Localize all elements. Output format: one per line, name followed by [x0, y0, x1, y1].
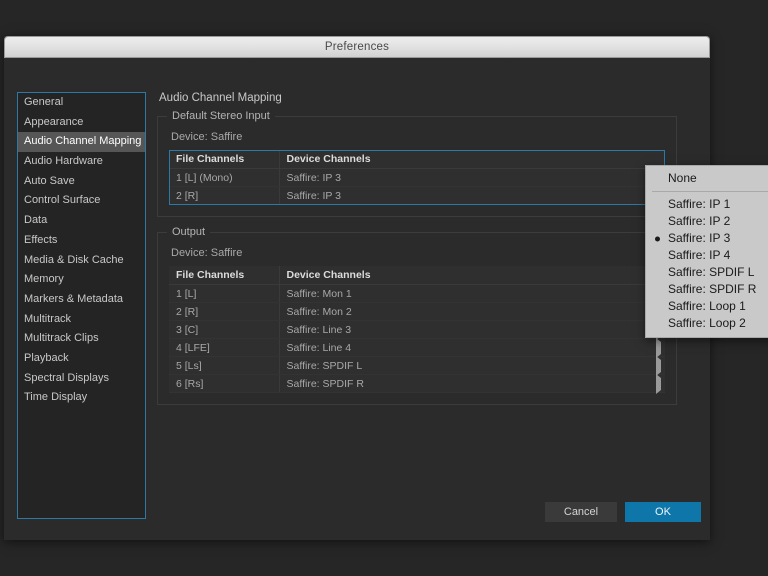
- sidebar-item-playback[interactable]: Playback: [18, 349, 145, 369]
- output-col-file-channels: File Channels: [169, 266, 280, 285]
- menu-item-label: Saffire: SPDIF R: [668, 282, 757, 296]
- chevron-right-icon[interactable]: [656, 337, 661, 358]
- output-group-legend: Output: [167, 226, 211, 238]
- window-body: General Appearance Audio Channel Mapping Au…: [4, 58, 710, 540]
- window-titlebar[interactable]: Preferences: [4, 36, 710, 58]
- sidebar-item-multitrack[interactable]: Multitrack: [18, 310, 145, 330]
- sidebar-item-control-surface[interactable]: Control Surface: [18, 191, 145, 211]
- menu-item-label: Saffire: Loop 1: [668, 299, 746, 313]
- table-row[interactable]: 4 [LFE] Saffire: Line 4: [169, 337, 665, 358]
- sidebar-item-markers-metadata[interactable]: Markers & Metadata: [18, 290, 145, 310]
- device-channel-value: Saffire: SPDIF R: [286, 377, 364, 390]
- device-channel-cell[interactable]: Saffire: Line 3: [279, 319, 665, 340]
- device-channel-value: Saffire: Mon 1: [286, 287, 352, 300]
- input-table-wrap: File Channels Device Channels 1 [L] (Mon…: [169, 150, 665, 206]
- device-channel-cell[interactable]: Saffire: Mon 2: [279, 301, 665, 322]
- device-channel-value: Saffire: IP 3: [286, 171, 341, 184]
- sidebar-item-spectral-displays[interactable]: Spectral Displays: [18, 369, 145, 389]
- input-group-legend: Default Stereo Input: [167, 110, 275, 122]
- device-channel-value: Saffire: Line 3: [286, 323, 352, 336]
- menu-item-saffire-ip-3[interactable]: Saffire: IP 3: [646, 230, 768, 247]
- device-channel-value: Saffire: Line 4: [286, 341, 352, 354]
- table-row[interactable]: 1 [L] Saffire: Mon 1: [169, 283, 665, 304]
- input-col-device-channels: Device Channels: [279, 150, 665, 169]
- default-stereo-input-group: Default Stereo Input Device: Saffire Fil…: [157, 110, 677, 217]
- menu-item-saffire-ip-4[interactable]: Saffire: IP 4: [646, 247, 768, 264]
- sidebar-item-audio-channel-mapping[interactable]: Audio Channel Mapping: [18, 132, 145, 153]
- device-channel-cell[interactable]: Saffire: IP 3: [279, 167, 665, 188]
- table-row[interactable]: 2 [R] Saffire: IP 3: [169, 185, 665, 206]
- menu-item-saffire-loop-2[interactable]: Saffire: Loop 2: [646, 315, 768, 332]
- menu-item-saffire-spdif-l[interactable]: Saffire: SPDIF L: [646, 264, 768, 281]
- input-device-label: Device: Saffire: [171, 131, 243, 143]
- menu-item-saffire-spdif-r[interactable]: Saffire: SPDIF R: [646, 281, 768, 298]
- output-col-device-channels: Device Channels: [279, 266, 665, 285]
- cancel-button[interactable]: Cancel: [545, 502, 617, 522]
- device-channel-cell[interactable]: Saffire: SPDIF R: [279, 373, 665, 394]
- output-table-wrap: File Channels Device Channels 1 [L] Saffi…: [169, 266, 665, 394]
- menu-item-label: Saffire: IP 3: [668, 231, 731, 245]
- sidebar-item-memory[interactable]: Memory: [18, 270, 145, 290]
- sidebar-item-effects[interactable]: Effects: [18, 231, 145, 251]
- file-channel-cell: 5 [Ls]: [169, 356, 280, 375]
- page-title: Audio Channel Mapping: [159, 92, 282, 104]
- menu-item-none[interactable]: None: [646, 170, 768, 187]
- device-channel-cell[interactable]: Saffire: Mon 1: [279, 283, 665, 304]
- chevron-right-icon[interactable]: [656, 355, 661, 376]
- device-channel-dropdown-menu[interactable]: None Saffire: IP 1 Saffire: IP 2 Saffire: I…: [645, 165, 768, 338]
- sidebar-item-media-disk-cache[interactable]: Media & Disk Cache: [18, 251, 145, 271]
- menu-item-label: Saffire: IP 1: [668, 197, 731, 211]
- device-channel-value: Saffire: IP 3: [286, 189, 341, 202]
- sidebar-item-data[interactable]: Data: [18, 211, 145, 231]
- input-col-file-channels: File Channels: [169, 150, 280, 169]
- menu-item-label: Saffire: SPDIF L: [668, 265, 755, 279]
- output-device-label: Device: Saffire: [171, 247, 243, 259]
- preferences-category-list[interactable]: General Appearance Audio Channel Mapping Au…: [17, 92, 146, 519]
- sidebar-item-time-display[interactable]: Time Display: [18, 388, 145, 408]
- file-channel-cell: 6 [Rs]: [169, 374, 280, 393]
- dialog-footer: Cancel OK: [4, 492, 710, 540]
- device-channel-cell[interactable]: Saffire: Line 4: [279, 337, 665, 358]
- chevron-right-icon[interactable]: [656, 373, 661, 394]
- sidebar-item-multitrack-clips[interactable]: Multitrack Clips: [18, 329, 145, 349]
- table-row[interactable]: 3 [C] Saffire: Line 3: [169, 319, 665, 340]
- menu-separator: [652, 191, 768, 192]
- file-channel-cell: 2 [R]: [169, 302, 280, 321]
- menu-item-label: Saffire: Loop 2: [668, 316, 746, 330]
- menu-item-saffire-ip-1[interactable]: Saffire: IP 1: [646, 196, 768, 213]
- file-channel-cell: 4 [LFE]: [169, 338, 280, 357]
- ok-button[interactable]: OK: [625, 502, 701, 522]
- menu-item-label: Saffire: IP 4: [668, 248, 731, 262]
- sidebar-item-auto-save[interactable]: Auto Save: [18, 172, 145, 192]
- output-table-header-row: File Channels Device Channels: [169, 266, 665, 285]
- file-channel-cell: 1 [L] (Mono): [169, 168, 280, 187]
- desktop-background: Preferences General Appearance Audio Chann…: [0, 0, 768, 576]
- selected-bullet-icon: [655, 236, 660, 241]
- menu-item-saffire-loop-1[interactable]: Saffire: Loop 1: [646, 298, 768, 315]
- table-row[interactable]: 6 [Rs] Saffire: SPDIF R: [169, 373, 665, 394]
- file-channel-cell: 3 [C]: [169, 320, 280, 339]
- sidebar-item-audio-hardware[interactable]: Audio Hardware: [18, 152, 145, 172]
- preferences-window: Preferences General Appearance Audio Chann…: [4, 36, 710, 540]
- menu-item-label: None: [668, 171, 697, 185]
- window-title: Preferences: [324, 41, 390, 53]
- device-channel-value: Saffire: Mon 2: [286, 305, 352, 318]
- output-channel-table[interactable]: File Channels Device Channels 1 [L] Saffi…: [169, 266, 665, 394]
- table-row[interactable]: 1 [L] (Mono) Saffire: IP 3: [169, 167, 665, 188]
- table-row[interactable]: 5 [Ls] Saffire: SPDIF L: [169, 355, 665, 376]
- input-table-header-row: File Channels Device Channels: [169, 150, 665, 169]
- device-channel-cell[interactable]: Saffire: SPDIF L: [279, 355, 665, 376]
- file-channel-cell: 1 [L]: [169, 284, 280, 303]
- device-channel-value: Saffire: SPDIF L: [286, 359, 363, 372]
- output-group: Output Device: Saffire File Channels Dev…: [157, 226, 677, 405]
- menu-item-label: Saffire: IP 2: [668, 214, 731, 228]
- preferences-panel: Audio Channel Mapping Default Stereo Inp…: [157, 92, 677, 420]
- menu-item-saffire-ip-2[interactable]: Saffire: IP 2: [646, 213, 768, 230]
- sidebar-item-general[interactable]: General: [18, 93, 145, 113]
- device-channel-cell[interactable]: Saffire: IP 3: [279, 185, 665, 206]
- table-row[interactable]: 2 [R] Saffire: Mon 2: [169, 301, 665, 322]
- input-channel-table[interactable]: File Channels Device Channels 1 [L] (Mon…: [169, 150, 665, 206]
- sidebar-item-appearance[interactable]: Appearance: [18, 113, 145, 133]
- file-channel-cell: 2 [R]: [169, 186, 280, 205]
